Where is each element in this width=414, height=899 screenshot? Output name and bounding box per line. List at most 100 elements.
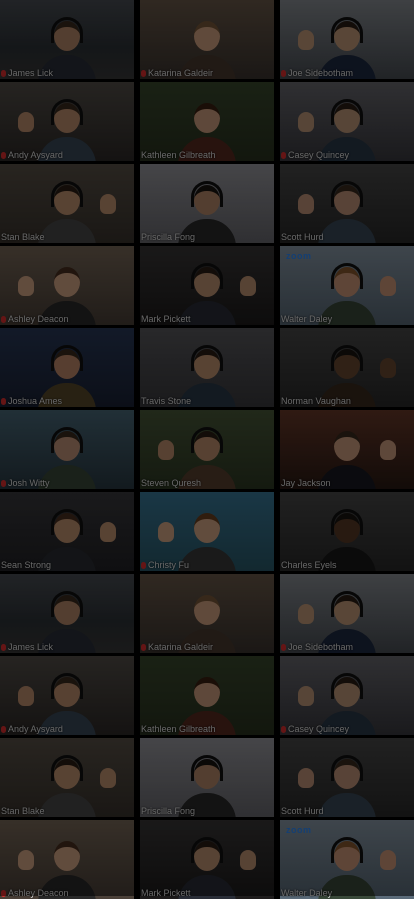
mic-muted-icon xyxy=(1,479,6,487)
waving-hand xyxy=(18,276,34,296)
participant-name: Priscilla Fong xyxy=(141,232,196,242)
participant-name-label: Sean Strong xyxy=(1,560,51,570)
participant-tile[interactable]: Katarina Galdeir xyxy=(140,574,274,653)
participant-tile[interactable]: Priscilla Fong xyxy=(140,164,274,243)
participant-name: Katarina Galdeir xyxy=(148,642,214,652)
participant-tile[interactable]: Mark Pickett xyxy=(140,246,274,325)
participant-name: Joe Sidebotham xyxy=(288,68,354,78)
waving-hand xyxy=(298,604,314,624)
participant-tile[interactable]: Stan Blake xyxy=(0,738,134,817)
participant-tile[interactable]: Joe Sidebotham xyxy=(280,574,414,653)
waving-hand xyxy=(380,358,396,378)
waving-hand xyxy=(298,768,314,788)
participant-tile[interactable]: Scott Hurd xyxy=(280,738,414,817)
participant-name-label: Katarina Galdeir xyxy=(141,68,213,78)
participant-tile[interactable]: Ashley Deacon xyxy=(0,820,134,899)
participant-name: Scott Hurd xyxy=(281,806,324,816)
participant-name: Andy Aysyard xyxy=(8,150,63,160)
participant-tile[interactable]: Scott Hurd xyxy=(280,164,414,243)
participant-name-label: Joshua Ames xyxy=(1,396,62,406)
waving-hand xyxy=(18,112,34,132)
waving-hand xyxy=(100,194,116,214)
participant-name: Casey Quincey xyxy=(288,724,350,734)
participant-tile[interactable]: James Lick xyxy=(0,574,134,653)
participant-name-label: Norman Vaughan xyxy=(281,396,351,406)
participant-name-label: Christy Fu xyxy=(141,560,189,570)
mic-muted-icon xyxy=(1,397,6,405)
waving-hand xyxy=(380,276,396,296)
mic-muted-icon xyxy=(281,69,286,77)
participant-tile[interactable]: Casey Quincey xyxy=(280,656,414,735)
participant-name: Scott Hurd xyxy=(281,232,324,242)
waving-hand xyxy=(158,440,174,460)
participant-name: Andy Aysyard xyxy=(8,724,63,734)
participant-tile[interactable]: Jay Jackson xyxy=(280,410,414,489)
waving-hand xyxy=(298,194,314,214)
participant-tile[interactable]: Norman Vaughan xyxy=(280,328,414,407)
participant-tile[interactable]: Steven Quresh xyxy=(140,410,274,489)
mic-muted-icon xyxy=(1,889,6,897)
waving-hand xyxy=(100,522,116,542)
mic-muted-icon xyxy=(1,725,6,733)
participant-name-label: Joe Sidebotham xyxy=(281,68,353,78)
participant-name: Mark Pickett xyxy=(141,314,191,324)
participant-name-label: Charles Eyels xyxy=(281,560,337,570)
mic-muted-icon xyxy=(1,151,6,159)
participant-name: Travis Stone xyxy=(141,396,192,406)
video-gallery: James Lick Katarina Galdeir Joe Sidebotham… xyxy=(0,0,414,899)
participant-name: Joshua Ames xyxy=(8,396,63,406)
participant-name-label: Kathleen Gilbreath xyxy=(141,724,216,734)
participant-tile[interactable]: Sean Strong xyxy=(0,492,134,571)
participant-name: James Lick xyxy=(8,642,54,652)
participant-tile[interactable]: Joe Sidebotham xyxy=(280,0,414,79)
participant-tile[interactable]: Joshua Ames xyxy=(0,328,134,407)
participant-name-label: Ashley Deacon xyxy=(1,314,69,324)
participant-name-label: Scott Hurd xyxy=(281,232,324,242)
participant-name-label: Stan Blake xyxy=(1,232,45,242)
participant-tile[interactable]: Ashley Deacon xyxy=(0,246,134,325)
participant-tile[interactable]: Casey Quincey xyxy=(280,82,414,161)
participant-name: Walter Daley xyxy=(281,888,333,898)
mic-muted-icon xyxy=(281,643,286,651)
mic-muted-icon xyxy=(141,561,146,569)
participant-name: Jay Jackson xyxy=(281,478,331,488)
participant-name-label: Walter Daley xyxy=(281,888,332,898)
participant-name: Sean Strong xyxy=(1,560,52,570)
participant-tile[interactable]: zoom Walter Daley xyxy=(280,820,414,899)
participant-tile[interactable]: Mark Pickett xyxy=(140,820,274,899)
mic-muted-icon xyxy=(281,725,286,733)
waving-hand xyxy=(18,686,34,706)
participant-tile[interactable]: James Lick xyxy=(0,0,134,79)
participant-tile[interactable]: Stan Blake xyxy=(0,164,134,243)
participant-name-label: Ashley Deacon xyxy=(1,888,69,898)
participant-name-label: Travis Stone xyxy=(141,396,191,406)
participant-tile[interactable]: Andy Aysyard xyxy=(0,82,134,161)
participant-name-label: Kathleen Gilbreath xyxy=(141,150,216,160)
participant-tile[interactable]: Kathleen Gilbreath xyxy=(140,82,274,161)
mic-muted-icon xyxy=(1,315,6,323)
participant-video xyxy=(38,753,96,817)
zoom-logo: zoom xyxy=(286,251,312,261)
participant-name-label: James Lick xyxy=(1,68,53,78)
participant-name: Katarina Galdeir xyxy=(148,68,214,78)
waving-hand xyxy=(240,276,256,296)
participant-name-label: Mark Pickett xyxy=(141,888,191,898)
participant-name: Kathleen Gilbreath xyxy=(141,150,216,160)
waving-hand xyxy=(100,768,116,788)
participant-tile[interactable]: Travis Stone xyxy=(140,328,274,407)
participant-tile[interactable]: Kathleen Gilbreath xyxy=(140,656,274,735)
participant-name: Kathleen Gilbreath xyxy=(141,724,216,734)
participant-tile[interactable]: Andy Aysyard xyxy=(0,656,134,735)
participant-name-label: Steven Quresh xyxy=(141,478,201,488)
participant-tile[interactable]: zoom Walter Daley xyxy=(280,246,414,325)
waving-hand xyxy=(298,30,314,50)
participant-tile[interactable]: Charles Eyels xyxy=(280,492,414,571)
participant-name: Charles Eyels xyxy=(281,560,337,570)
participant-name: Ashley Deacon xyxy=(8,888,69,898)
participant-tile[interactable]: Priscilla Fong xyxy=(140,738,274,817)
participant-name: Norman Vaughan xyxy=(281,396,351,406)
participant-tile[interactable]: Josh Witty xyxy=(0,410,134,489)
participant-video xyxy=(318,753,376,817)
participant-tile[interactable]: Katarina Galdeir xyxy=(140,0,274,79)
participant-tile[interactable]: Christy Fu xyxy=(140,492,274,571)
